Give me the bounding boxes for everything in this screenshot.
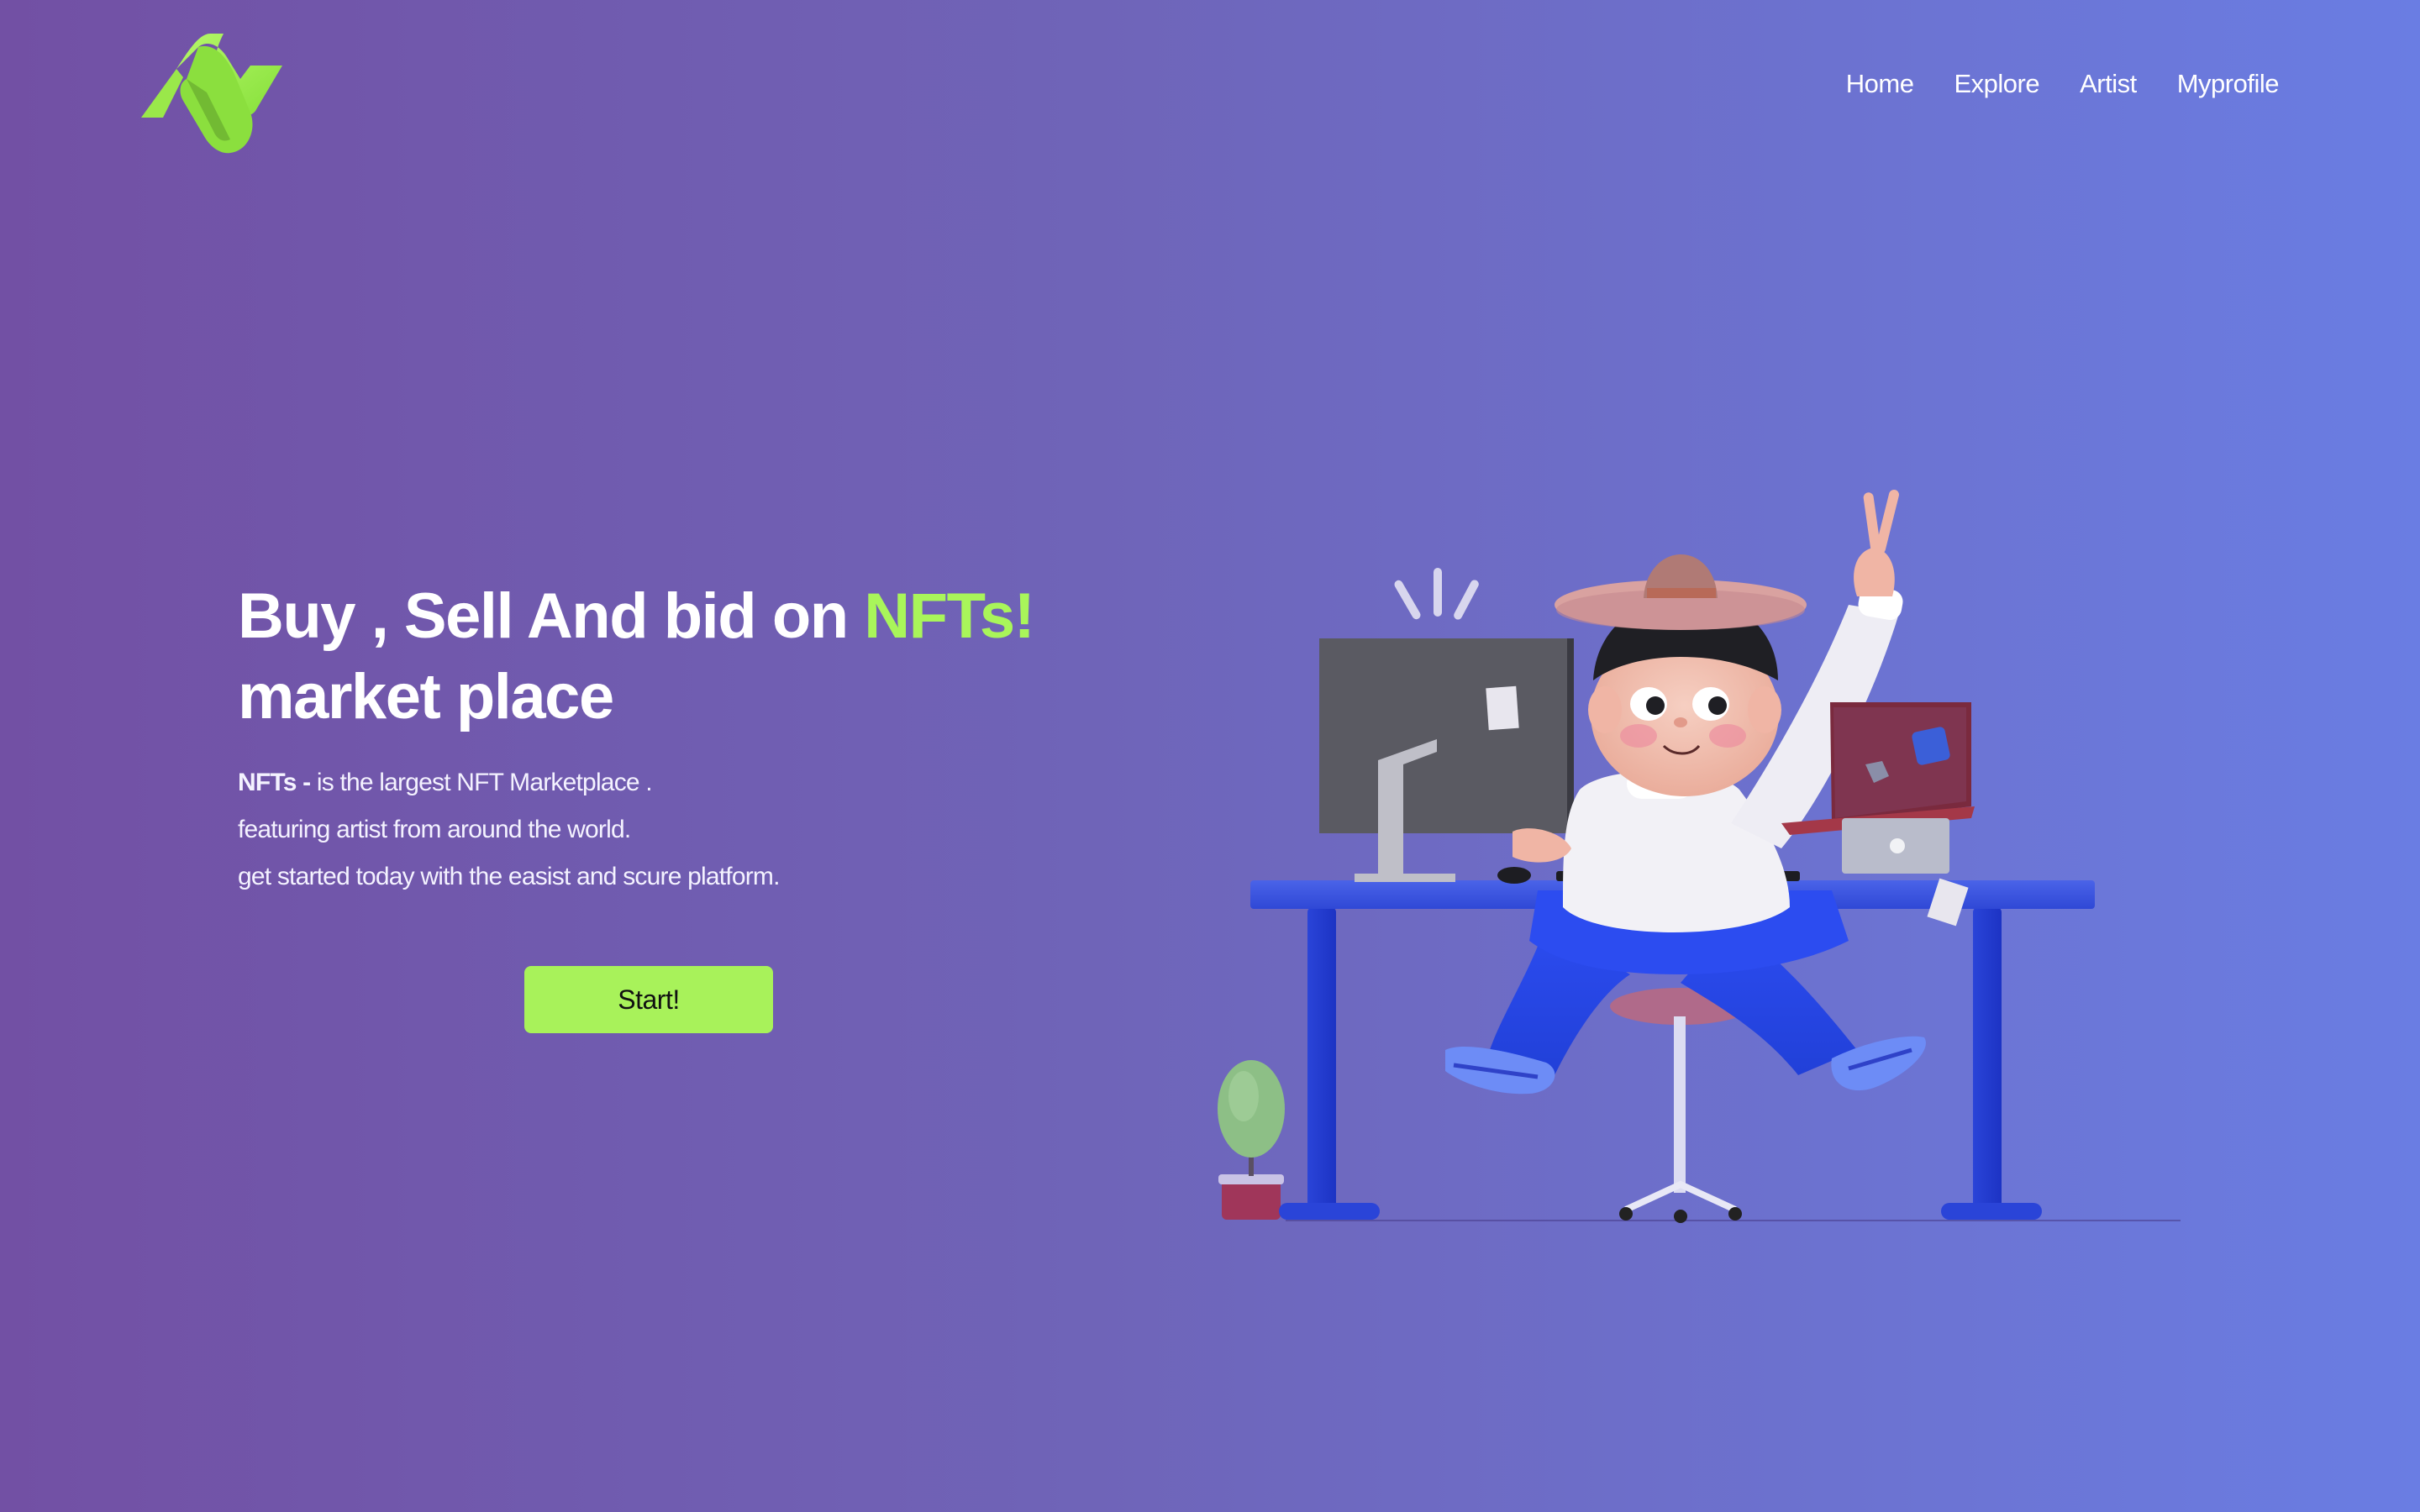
main-nav: Home Explore Artist Myprofile — [1846, 69, 2280, 99]
hero-headline: Buy , Sell And bid on NFTs! market place — [238, 576, 1246, 738]
brand-logo[interactable] — [139, 32, 284, 155]
hero-illustration — [1210, 470, 2202, 1243]
hero-description: NFTs - is the largest NFT Marketplace . … — [238, 759, 1246, 900]
zigzag-n-logo-icon — [141, 34, 282, 154]
nav-artist-link[interactable]: Artist — [2080, 69, 2137, 99]
description-line-3: get started today with the easist and sc… — [238, 863, 780, 890]
nav-myprofile-link[interactable]: Myprofile — [2177, 69, 2280, 99]
description-bold: NFTs - — [238, 769, 317, 796]
headline-line2: market place — [238, 661, 614, 732]
description-line-1: NFTs - is the largest NFT Marketplace . — [238, 759, 1246, 806]
nav-home-link[interactable]: Home — [1846, 69, 1914, 99]
description-text-1: is the largest NFT Marketplace . — [316, 769, 653, 796]
hero-section: Buy , Sell And bid on NFTs! market place… — [238, 576, 1246, 900]
headline-text: Buy , Sell And bid on — [238, 580, 865, 652]
start-button[interactable]: Start! — [524, 966, 773, 1033]
nav-explore-link[interactable]: Explore — [1954, 69, 2040, 99]
person-at-desk-illustration-icon — [1218, 489, 2181, 1223]
description-line-2: featuring artist from around the world. — [238, 816, 631, 843]
headline-accent: NFTs! — [864, 580, 1035, 652]
